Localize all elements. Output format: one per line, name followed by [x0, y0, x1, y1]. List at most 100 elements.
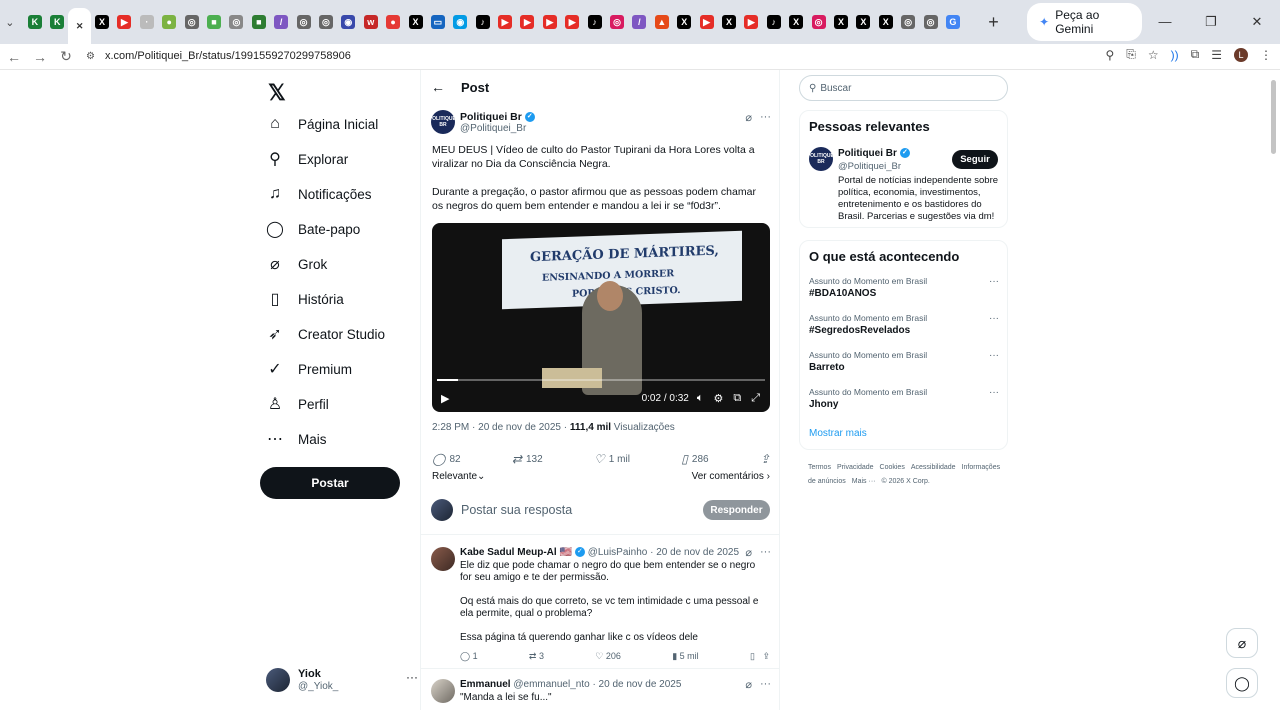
browser-tab[interactable]: ◎ — [919, 0, 941, 44]
browser-tab[interactable]: ▲ — [651, 0, 673, 44]
browser-tab[interactable]: w — [360, 0, 382, 44]
scrollbar[interactable] — [1271, 80, 1276, 154]
browser-tab[interactable]: K — [46, 0, 68, 44]
browser-tab[interactable]: / — [270, 0, 292, 44]
footer-link[interactable]: Termos — [808, 464, 831, 471]
install-icon[interactable]: ⎘ — [1126, 47, 1136, 62]
avatar[interactable] — [431, 547, 455, 571]
reply-input[interactable]: Postar sua resposta — [461, 503, 572, 517]
more-icon[interactable]: ··· — [989, 387, 999, 398]
browser-tab[interactable]: ▶ — [695, 0, 717, 44]
browser-tab[interactable]: ◎ — [292, 0, 314, 44]
trend-item[interactable]: Assunto do Momento em Brasil #SegredosRev… — [809, 313, 999, 336]
browser-tab[interactable]: ◉ — [337, 0, 359, 44]
footer-link[interactable]: Privacidade — [837, 464, 874, 471]
nav-item[interactable]: ✓ Premium — [266, 360, 352, 378]
footer-link[interactable]: Acessibilidade — [911, 464, 956, 471]
browser-tab[interactable]: ▶ — [740, 0, 762, 44]
extension-voice-icon[interactable]: )) — [1171, 48, 1179, 62]
avatar[interactable] — [431, 679, 455, 703]
follow-button[interactable]: Seguir — [952, 150, 998, 169]
browser-tab[interactable]: ● — [382, 0, 404, 44]
bookmark-share-buttons[interactable]: ▯ ⇪ — [750, 651, 770, 662]
trend-item[interactable]: Assunto do Momento em Brasil #BDA10ANOS ··… — [809, 276, 999, 299]
close-window-icon[interactable]: ✕ — [1234, 14, 1280, 30]
x-logo-icon[interactable]: 𝕏 — [268, 80, 286, 106]
play-icon[interactable]: ▶ — [441, 392, 449, 405]
grok-icon[interactable]: ⌀ — [745, 111, 752, 124]
relevant-handle[interactable]: @Politiquei_Br — [838, 161, 901, 172]
views-button[interactable]: ▮ 5 mil — [672, 651, 698, 662]
browser-tab[interactable]: ▶ — [539, 0, 561, 44]
browser-tab[interactable]: ■ — [248, 0, 270, 44]
browser-tab[interactable]: ◎ — [315, 0, 337, 44]
author-handle[interactable]: @Politiquei_Br — [460, 123, 526, 134]
browser-tab[interactable]: ◎ — [225, 0, 247, 44]
browser-tab[interactable]: X — [718, 0, 740, 44]
nav-item[interactable]: ⋯ Mais — [266, 430, 327, 448]
browser-tab[interactable]: X — [852, 0, 874, 44]
nav-item[interactable]: ▯ História — [266, 290, 344, 308]
video-progress-bar[interactable] — [437, 379, 765, 381]
more-icon[interactable]: ··· — [989, 350, 999, 361]
bookmark-star-icon[interactable]: ☆ — [1148, 48, 1159, 62]
reply-item[interactable]: Kabe Sadul Meup-Al 🇺🇸 ✓ @LuisPainho · 20 … — [431, 545, 771, 675]
more-icon[interactable]: ··· — [989, 276, 999, 287]
like-button[interactable]: ♡ 1 mil — [594, 451, 630, 467]
footer-link[interactable]: © 2026 X Corp. — [881, 478, 929, 485]
browser-tab[interactable]: ◉ — [449, 0, 471, 44]
more-icon[interactable]: ··· — [760, 546, 771, 559]
video-player[interactable]: GERAÇÃO DE MÁRTIRES, ENSINANDO A MORRER … — [432, 223, 770, 412]
more-icon[interactable]: ··· — [760, 678, 771, 691]
browser-tab[interactable]: / — [628, 0, 650, 44]
gemini-button[interactable]: ✦ Peça ao Gemini — [1027, 3, 1142, 41]
minimize-icon[interactable]: — — [1142, 14, 1188, 30]
nav-item[interactable]: ♙ Perfil — [266, 395, 329, 413]
account-switcher[interactable]: Yiok @_Yiok_ ··· — [266, 666, 418, 696]
post-timestamp[interactable]: 2:28 PM · 20 de nov de 2025 · — [432, 422, 570, 433]
back-icon[interactable]: ← — [2, 49, 26, 65]
browser-tab[interactable]: ● — [158, 0, 180, 44]
reply-item[interactable]: Emmanuel @emmanuel_nto · 20 de nov de 20… — [431, 677, 771, 710]
author-avatar[interactable]: POLITIQUEI BR — [429, 110, 457, 134]
reload-icon[interactable]: ↻ — [54, 48, 78, 65]
browser-tab[interactable]: ▶ — [516, 0, 538, 44]
browser-tab[interactable]: ✕ — [68, 8, 91, 44]
bookmark-button[interactable]: ▯ 286 — [681, 451, 708, 467]
extensions-icon[interactable]: ⧉ — [1191, 47, 1200, 62]
see-comments-link[interactable]: Ver comentários › — [692, 471, 770, 482]
sort-dropdown[interactable]: Relevante⌄ — [432, 471, 485, 482]
browser-tab[interactable]: ♪ — [763, 0, 785, 44]
nav-item[interactable]: ⚲ Explorar — [266, 150, 348, 168]
nav-item[interactable]: ♫ Notificações — [266, 185, 372, 203]
reply-submit-button[interactable]: Responder — [703, 500, 770, 520]
more-icon[interactable]: ··· — [760, 111, 771, 124]
fullscreen-icon[interactable]: ⤢ — [751, 392, 760, 405]
repost-button[interactable]: ⇄ 3 — [529, 651, 544, 662]
site-info-icon[interactable]: ⚙ — [86, 51, 95, 62]
address-bar[interactable]: ⚙ x.com/Politiquei_Br/status/19915592702… — [80, 44, 1140, 68]
browser-tab[interactable]: ■ — [203, 0, 225, 44]
browser-tab[interactable]: G — [942, 0, 964, 44]
browser-tab[interactable]: ◎ — [180, 0, 202, 44]
tab-list-button[interactable]: ⌄ — [0, 0, 20, 44]
browser-tab[interactable]: · — [136, 0, 158, 44]
browser-tab[interactable]: ▶ — [561, 0, 583, 44]
browser-tab[interactable]: X — [785, 0, 807, 44]
footer-link[interactable]: Cookies — [880, 464, 905, 471]
back-arrow-icon[interactable]: ← — [431, 79, 445, 95]
nav-item[interactable]: ◯ Bate-papo — [266, 220, 360, 238]
zoom-icon[interactable]: ⚲ — [1105, 48, 1114, 62]
like-button[interactable]: ♡ 206 — [595, 651, 621, 662]
volume-icon[interactable]: 🔈︎ — [697, 392, 704, 405]
trend-item[interactable]: Assunto do Momento em Brasil Jhony ··· — [809, 387, 999, 410]
browser-menu-icon[interactable]: ⋮ — [1260, 48, 1272, 62]
footer-link[interactable]: Mais ··· — [852, 478, 876, 485]
author-name[interactable]: Politiquei Br ✓ — [460, 111, 535, 123]
repost-button[interactable]: ⇄ 132 — [512, 451, 543, 467]
profile-avatar[interactable]: L — [1234, 47, 1248, 62]
browser-tab[interactable]: ▶ — [113, 0, 135, 44]
share-button[interactable]: ⇪ — [760, 451, 770, 467]
browser-tab[interactable]: ♪ — [472, 0, 494, 44]
reply-button[interactable]: ◯ 82 — [432, 451, 461, 467]
